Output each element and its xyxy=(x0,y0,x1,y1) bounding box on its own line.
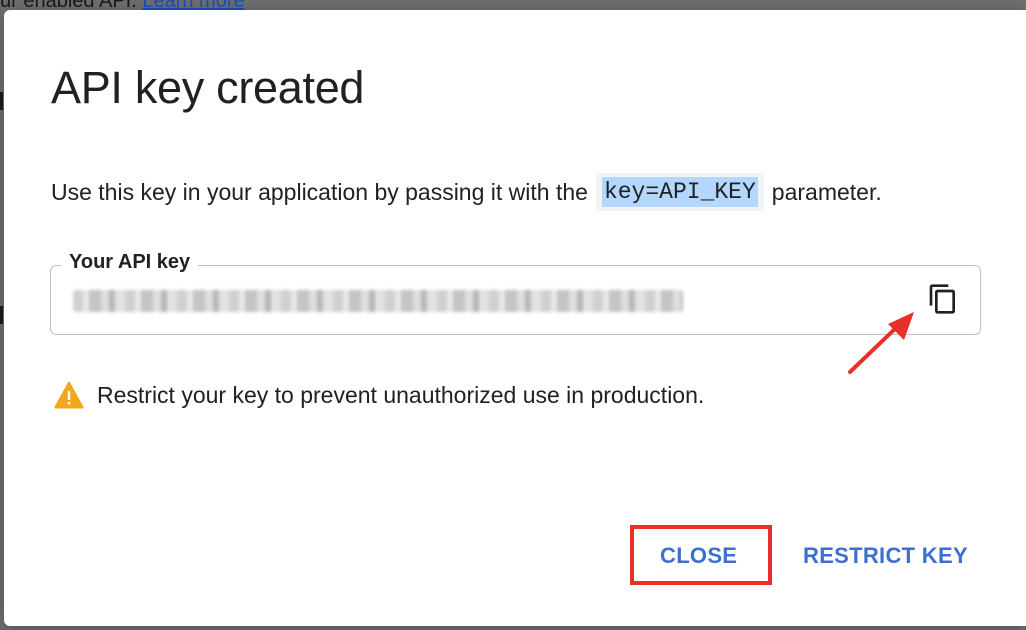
warning-text: Restrict your key to prevent unauthorize… xyxy=(97,381,705,408)
dialog-title: API key created xyxy=(51,62,365,113)
copy-button[interactable] xyxy=(927,283,959,315)
warning-message: Restrict your key to prevent unauthorize… xyxy=(54,381,704,409)
backdrop-fragment xyxy=(0,92,3,110)
description-before: Use this key in your application by pass… xyxy=(51,178,588,205)
code-snippet: key=API_KEY xyxy=(595,173,764,211)
description-after: parameter. xyxy=(771,178,882,205)
copy-icon xyxy=(929,284,955,314)
api-key-field[interactable]: Your API key •••••••••••••••••••••••••••… xyxy=(50,251,981,335)
arrow-annotation-icon xyxy=(848,312,914,374)
warning-icon xyxy=(54,381,84,409)
api-key-label: Your API key xyxy=(61,251,199,274)
dialog-description: Use this key in your application by pass… xyxy=(51,173,882,211)
restrict-key-button[interactable]: RESTRICT KEY xyxy=(803,543,968,569)
close-highlight-annotation xyxy=(630,525,772,585)
code-text: key=API_KEY xyxy=(601,177,758,207)
api-key-value[interactable]: •••••••••••••••••••••••••••••••••••••• xyxy=(73,290,683,312)
backdrop-fragment xyxy=(0,306,3,324)
api-key-dialog: API key created Use this key in your app… xyxy=(4,10,1026,626)
